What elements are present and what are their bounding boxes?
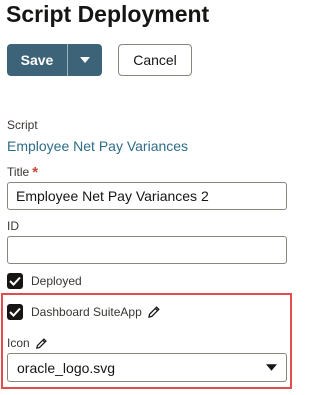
dashboard-suiteapp-row: Dashboard SuiteApp <box>7 304 161 320</box>
caret-down-icon <box>266 364 277 371</box>
icon-field-label: Icon <box>7 336 48 350</box>
icon-label-text: Icon <box>7 336 30 350</box>
deployed-row: Deployed <box>7 273 82 289</box>
checkmark-icon <box>9 307 21 317</box>
id-input[interactable] <box>7 236 287 264</box>
caret-down-icon <box>80 57 90 63</box>
cancel-button[interactable]: Cancel <box>118 44 192 76</box>
id-field-label: ID <box>7 219 19 233</box>
title-label-text: Title <box>7 165 30 179</box>
title-field-label: Title * <box>7 163 39 181</box>
page-title: Script Deployment <box>6 1 210 27</box>
pencil-icon[interactable] <box>35 337 48 350</box>
icon-select-value: oracle_logo.svg <box>17 359 116 376</box>
required-marker: * <box>32 164 39 181</box>
save-button[interactable]: Save <box>7 44 67 76</box>
deployed-label: Deployed <box>31 274 82 288</box>
dashboard-suiteapp-label: Dashboard SuiteApp <box>31 305 142 319</box>
script-link[interactable]: Employee Net Pay Variances <box>7 138 188 154</box>
pencil-icon[interactable] <box>147 305 161 319</box>
dashboard-suiteapp-checkbox[interactable] <box>7 304 23 320</box>
icon-select[interactable]: oracle_logo.svg <box>7 353 287 382</box>
save-button-group: Save <box>7 44 102 76</box>
save-options-button[interactable] <box>68 44 102 76</box>
title-input[interactable]: Employee Net Pay Variances 2 <box>7 182 287 210</box>
checkmark-icon <box>9 276 21 286</box>
deployed-checkbox[interactable] <box>7 273 23 289</box>
script-label: Script <box>7 118 38 132</box>
